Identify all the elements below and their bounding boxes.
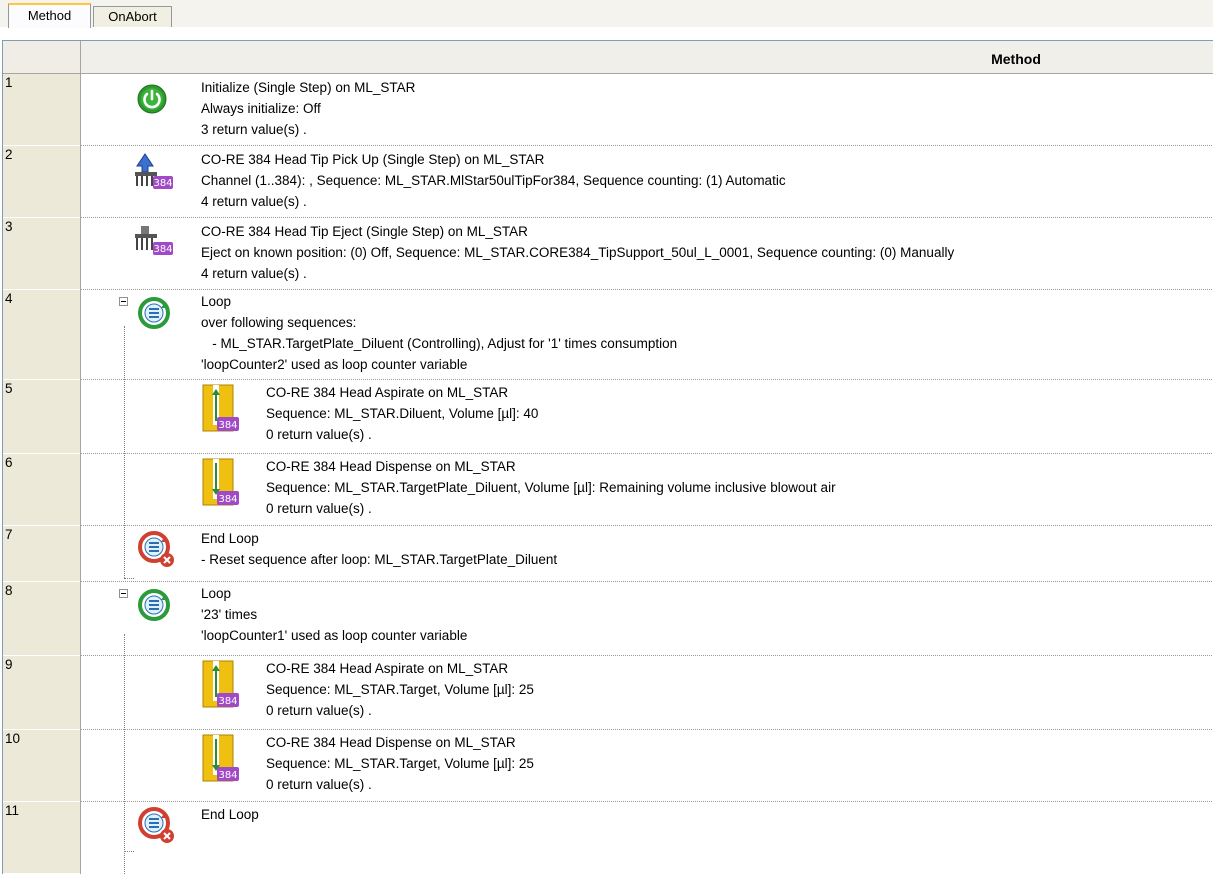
step-text: End Loop bbox=[201, 531, 259, 546]
step-text: Loop bbox=[201, 294, 232, 309]
row-number[interactable]: 4 bbox=[3, 290, 80, 380]
step-text: CO-RE 384 Head Tip Pick Up (Single Step)… bbox=[201, 152, 545, 167]
step-text: 4 return value(s) . bbox=[201, 266, 307, 281]
step-row[interactable]: Loop '23' times 'loopCounter1' used as l… bbox=[81, 582, 1213, 656]
row-number-column: 1 2 3 4 5 6 7 8 9 10 11 bbox=[3, 74, 81, 874]
row-number[interactable]: 11 bbox=[3, 802, 80, 874]
row-number[interactable]: 10 bbox=[3, 730, 80, 802]
step-text: Sequence: ML_STAR.Target, Volume [µl]: 2… bbox=[266, 682, 534, 697]
step-row[interactable]: 384 CO-RE 384 Head Dispense on ML_STAR S… bbox=[81, 730, 1213, 802]
step-row[interactable]: Loop over following sequences: - ML_STAR… bbox=[81, 290, 1213, 380]
step-row[interactable]: End Loop bbox=[81, 802, 1213, 874]
step-text: CO-RE 384 Head Dispense on ML_STAR bbox=[266, 459, 516, 474]
step-text: 3 return value(s) . bbox=[201, 122, 307, 137]
step-row[interactable]: 384 CO-RE 384 Head Dispense on ML_STAR S… bbox=[81, 454, 1213, 526]
power-icon bbox=[137, 84, 167, 117]
tab-onabort[interactable]: OnAbort bbox=[93, 6, 172, 27]
grid-header: Method bbox=[3, 41, 1213, 74]
tip-eject-384-icon: 384 bbox=[133, 224, 175, 265]
column-header-label: Method bbox=[991, 51, 1041, 67]
step-text: 0 return value(s) . bbox=[266, 703, 372, 718]
step-text: CO-RE 384 Head Aspirate on ML_STAR bbox=[266, 385, 509, 400]
step-text: Sequence: ML_STAR.TargetPlate_Diluent, V… bbox=[266, 480, 836, 495]
header-corner bbox=[3, 41, 81, 73]
svg-text:384: 384 bbox=[218, 770, 237, 781]
collapse-toggle[interactable] bbox=[119, 589, 128, 598]
tab-bar: Method OnAbort bbox=[0, 0, 1213, 28]
step-text: Sequence: ML_STAR.Target, Volume [µl]: 2… bbox=[266, 756, 534, 771]
row-number[interactable]: 2 bbox=[3, 146, 80, 218]
dispense-384-icon: 384 bbox=[201, 733, 241, 786]
tip-pickup-384-icon: 384 bbox=[133, 152, 175, 195]
step-text: CO-RE 384 Head Aspirate on ML_STAR bbox=[266, 661, 509, 676]
step-row[interactable]: End Loop - Reset sequence after loop: ML… bbox=[81, 526, 1213, 582]
step-text: 4 return value(s) . bbox=[201, 194, 307, 209]
column-header-method[interactable]: Method bbox=[81, 41, 1213, 73]
svg-text:384: 384 bbox=[218, 494, 237, 505]
step-text: 0 return value(s) . bbox=[266, 777, 372, 792]
aspirate-384-icon: 384 bbox=[201, 659, 241, 712]
end-loop-icon bbox=[137, 806, 177, 849]
step-text: Initialize (Single Step) on ML_STAR bbox=[201, 80, 416, 95]
step-text: End Loop bbox=[201, 807, 259, 822]
step-text: Channel (1..384): , Sequence: ML_STAR.Ml… bbox=[201, 173, 786, 188]
row-number[interactable]: 7 bbox=[3, 526, 80, 582]
row-number[interactable]: 9 bbox=[3, 656, 80, 730]
step-row[interactable]: 384 CO-RE 384 Head Aspirate on ML_STAR S… bbox=[81, 656, 1213, 730]
step-text: CO-RE 384 Head Dispense on ML_STAR bbox=[266, 735, 516, 750]
method-grid: Method 1 2 3 4 5 6 7 8 9 10 11 Initializ… bbox=[2, 40, 1213, 874]
svg-text:384: 384 bbox=[153, 178, 172, 189]
step-text: over following sequences: bbox=[201, 315, 357, 330]
step-row[interactable]: 384 CO-RE 384 Head Tip Pick Up (Single S… bbox=[81, 146, 1213, 218]
step-text: 0 return value(s) . bbox=[266, 427, 372, 442]
step-text: - Reset sequence after loop: ML_STAR.Tar… bbox=[201, 552, 558, 567]
step-text: CO-RE 384 Head Tip Eject (Single Step) o… bbox=[201, 224, 528, 239]
row-number[interactable]: 6 bbox=[3, 454, 80, 526]
collapse-toggle[interactable] bbox=[119, 297, 128, 306]
step-text: Sequence: ML_STAR.Diluent, Volume [µl]: … bbox=[266, 406, 539, 421]
svg-text:384: 384 bbox=[153, 244, 172, 255]
step-text: Loop bbox=[201, 586, 232, 601]
row-number[interactable]: 8 bbox=[3, 582, 80, 656]
step-text: Eject on known position: (0) Off, Sequen… bbox=[201, 245, 955, 260]
row-number[interactable]: 3 bbox=[3, 218, 80, 290]
svg-text:384: 384 bbox=[218, 420, 237, 431]
step-row[interactable]: 384 CO-RE 384 Head Tip Eject (Single Ste… bbox=[81, 218, 1213, 290]
row-number[interactable]: 5 bbox=[3, 380, 80, 454]
step-row[interactable]: 384 CO-RE 384 Head Aspirate on ML_STAR S… bbox=[81, 380, 1213, 454]
step-text: - ML_STAR.TargetPlate_Diluent (Controlli… bbox=[201, 336, 678, 351]
step-text: '23' times bbox=[201, 607, 258, 622]
row-number[interactable]: 1 bbox=[3, 74, 80, 146]
step-text: 'loopCounter1' used as loop counter vari… bbox=[201, 628, 468, 643]
svg-text:384: 384 bbox=[218, 696, 237, 707]
tab-method[interactable]: Method bbox=[8, 3, 91, 28]
step-text: Always initialize: Off bbox=[201, 101, 321, 116]
end-loop-icon bbox=[137, 530, 177, 573]
loop-icon bbox=[137, 296, 171, 333]
aspirate-384-icon: 384 bbox=[201, 383, 241, 436]
loop-icon bbox=[137, 588, 171, 625]
step-row[interactable]: Initialize (Single Step) on ML_STAR Alwa… bbox=[81, 74, 1213, 146]
tab-baseline bbox=[0, 27, 1213, 28]
step-text: 'loopCounter2' used as loop counter vari… bbox=[201, 357, 468, 372]
step-text: 0 return value(s) . bbox=[266, 501, 372, 516]
dispense-384-icon: 384 bbox=[201, 457, 241, 510]
